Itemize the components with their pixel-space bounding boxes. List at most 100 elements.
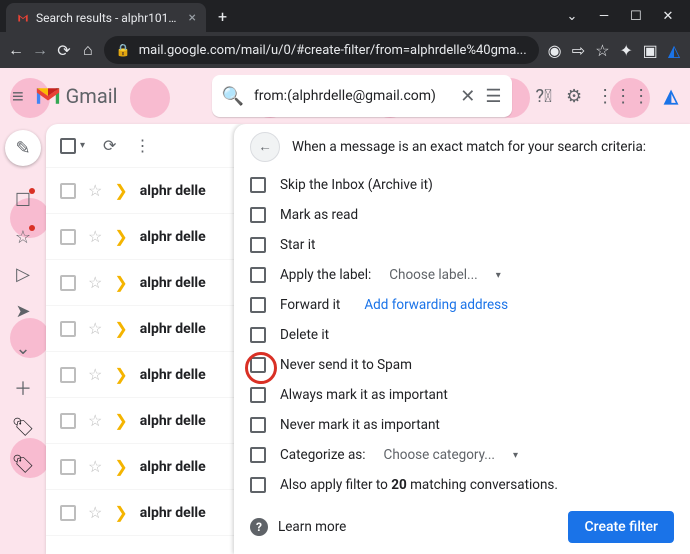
checkbox-icon[interactable] [250, 207, 266, 223]
row-checkbox[interactable] [60, 459, 76, 475]
filter-option-always-important[interactable]: Always mark it as important [250, 380, 674, 410]
settings-gear-icon[interactable]: ⚙ [566, 86, 582, 107]
apps-grid-icon[interactable]: ⋮⋮⋮ [596, 86, 650, 107]
row-star-icon[interactable]: ☆ [88, 503, 102, 522]
gmail-logo[interactable]: Gmail [34, 84, 118, 108]
checkbox-icon[interactable] [250, 177, 266, 193]
search-input[interactable] [254, 88, 450, 104]
main-menu-icon[interactable]: ≡ [12, 84, 24, 109]
filter-option-star[interactable]: Star it [250, 230, 674, 260]
tab-close-icon[interactable]: × [189, 10, 196, 26]
row-sender: alphr delle [140, 459, 206, 475]
home-icon[interactable]: ⌂ [80, 40, 96, 60]
inbox-icon[interactable]: ☐ [15, 190, 31, 211]
refresh-icon[interactable]: ⟳ [103, 136, 116, 155]
filter-back-button[interactable]: ← [250, 132, 280, 162]
checkbox-icon[interactable] [250, 327, 266, 343]
eye-icon[interactable]: ◉ [547, 41, 563, 60]
row-important-icon[interactable]: ❯ [114, 365, 127, 384]
row-star-icon[interactable]: ☆ [88, 181, 102, 200]
checkbox-icon[interactable] [250, 267, 266, 283]
row-checkbox[interactable] [60, 413, 76, 429]
checkbox-icon[interactable] [250, 417, 266, 433]
choose-label-dropdown[interactable]: Choose label... [389, 267, 477, 283]
filter-option-never-important[interactable]: Never mark it as important [250, 410, 674, 440]
new-tab-button[interactable]: + [218, 7, 227, 26]
chevron-down-icon: ▾ [513, 450, 518, 461]
checkbox-icon[interactable] [250, 387, 266, 403]
new-label-icon[interactable]: ＋ [14, 375, 32, 401]
row-important-icon[interactable]: ❯ [114, 457, 127, 476]
search-options-icon[interactable]: ☰ [485, 86, 501, 107]
maximize-icon[interactable]: ☐ [620, 9, 652, 24]
checkbox-icon[interactable] [250, 477, 266, 493]
select-all-checkbox[interactable] [60, 138, 76, 154]
row-checkbox[interactable] [60, 505, 76, 521]
starred-icon[interactable]: ☆ [15, 227, 31, 248]
row-star-icon[interactable]: ☆ [88, 457, 102, 476]
chevron-down-icon: ▾ [496, 270, 501, 281]
row-important-icon[interactable]: ❯ [114, 411, 127, 430]
row-important-icon[interactable]: ❯ [114, 227, 127, 246]
checkbox-icon[interactable] [250, 447, 266, 463]
search-bar[interactable]: 🔍 ✕ ☰ [212, 75, 512, 117]
search-icon[interactable]: 🔍 [222, 86, 244, 107]
filter-option-skip-inbox[interactable]: Skip the Inbox (Archive it) [250, 170, 674, 200]
row-star-icon[interactable]: ☆ [88, 227, 102, 246]
row-checkbox[interactable] [60, 275, 76, 291]
filter-option-apply-label[interactable]: Apply the label:Choose label...▾ [250, 260, 674, 290]
create-filter-button[interactable]: Create filter [568, 511, 674, 543]
send-icon[interactable]: ⇨ [571, 41, 587, 60]
more-menu-icon[interactable]: ⋮ [134, 136, 150, 155]
add-forwarding-link[interactable]: Add forwarding address [364, 297, 508, 313]
choose-category-dropdown[interactable]: Choose category... [384, 447, 495, 463]
filter-option-forward[interactable]: Forward itAdd forwarding address [250, 290, 674, 320]
label-icon-2[interactable]: 🏷 [12, 454, 35, 475]
forward-icon: → [32, 40, 48, 60]
filter-option-also-apply[interactable]: Also apply filter to 20 matching convers… [250, 470, 674, 500]
row-important-icon[interactable]: ❯ [114, 503, 127, 522]
select-dropdown-icon[interactable]: ▾ [80, 140, 85, 151]
filter-option-delete[interactable]: Delete it [250, 320, 674, 350]
checkbox-icon[interactable] [250, 297, 266, 313]
address-bar[interactable]: 🔒 mail.google.com/mail/u/0/#create-filte… [104, 36, 539, 64]
compose-button[interactable]: ✎ [5, 130, 41, 166]
row-star-icon[interactable]: ☆ [88, 273, 102, 292]
row-checkbox[interactable] [60, 183, 76, 199]
learn-more-link[interactable]: ? Learn more [250, 518, 346, 536]
sent-icon[interactable]: ➤ [15, 301, 30, 322]
row-star-icon[interactable]: ☆ [88, 411, 102, 430]
filter-option-categorize[interactable]: Categorize as:Choose category...▾ [250, 440, 674, 470]
more-icon[interactable]: ⌄ [556, 9, 588, 24]
url-text: mail.google.com/mail/u/0/#create-filter/… [139, 43, 527, 58]
expand-icon[interactable]: ⌄ [15, 338, 30, 359]
alphr-ext-icon[interactable]: ◭ [666, 41, 682, 60]
gmail-logo-text: Gmail [66, 84, 118, 108]
minimize-icon[interactable]: ― [588, 9, 620, 24]
clear-search-icon[interactable]: ✕ [460, 86, 475, 107]
back-icon[interactable]: ← [8, 40, 24, 60]
snoozed-icon[interactable]: ▷ [16, 264, 30, 285]
checkbox-icon[interactable] [250, 357, 266, 373]
row-star-icon[interactable]: ☆ [88, 365, 102, 384]
filter-option-never-spam[interactable]: Never send it to Spam [250, 350, 674, 380]
extensions-icon[interactable]: ✦ [618, 41, 634, 60]
row-important-icon[interactable]: ❯ [114, 181, 127, 200]
close-window-icon[interactable]: ✕ [652, 9, 684, 24]
cube-icon[interactable]: ▣ [642, 41, 658, 60]
browser-tab[interactable]: Search results - alphr101@gmail × [6, 3, 206, 33]
filter-option-mark-read[interactable]: Mark as read [250, 200, 674, 230]
row-checkbox[interactable] [60, 229, 76, 245]
reload-icon[interactable]: ⟳ [56, 41, 72, 60]
support-icon[interactable]: ?⃝ [536, 86, 553, 107]
checkbox-icon[interactable] [250, 237, 266, 253]
row-checkbox[interactable] [60, 367, 76, 383]
row-sender: alphr delle [140, 367, 206, 383]
row-star-icon[interactable]: ☆ [88, 319, 102, 338]
alphr-logo-icon[interactable]: ◭ [664, 86, 678, 107]
star-outline-icon[interactable]: ☆ [594, 41, 610, 60]
row-important-icon[interactable]: ❯ [114, 273, 127, 292]
label-icon[interactable]: 🏷 [12, 417, 35, 438]
row-checkbox[interactable] [60, 321, 76, 337]
row-important-icon[interactable]: ❯ [114, 319, 127, 338]
